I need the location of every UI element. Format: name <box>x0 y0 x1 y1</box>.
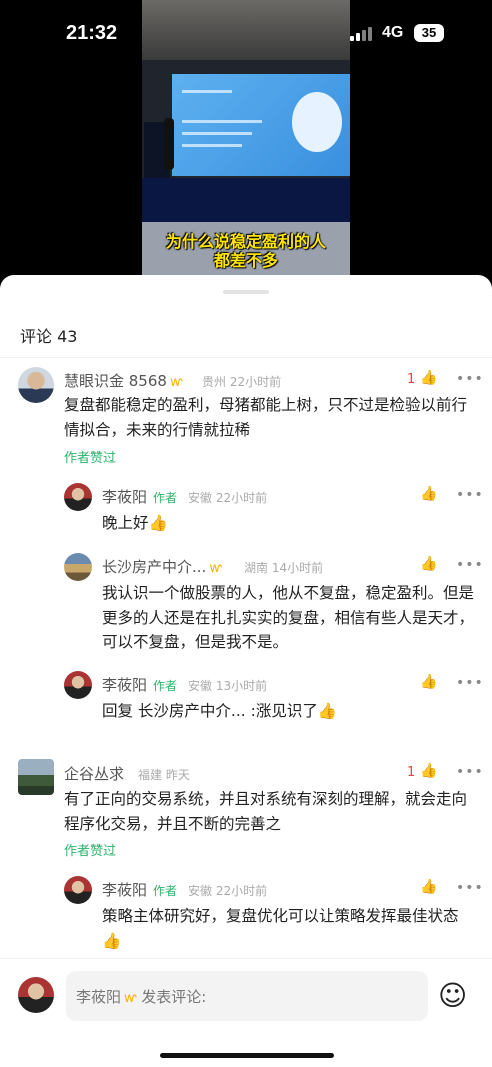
caption-line-2: 都差不多 <box>213 251 278 270</box>
author-tag: 作者 <box>153 491 178 505</box>
reply-meta: 安徽 22小时前 <box>188 884 268 898</box>
like-count: 1 <box>407 372 416 387</box>
crown-badge-icon: ⱳ <box>209 561 222 576</box>
commenter-name[interactable]: 慧眼识金 8568 ⱳ <box>64 370 182 391</box>
speaker-figure <box>164 118 174 170</box>
avatar[interactable] <box>64 876 92 904</box>
current-user-name: 李莜阳 <box>76 988 122 1006</box>
battery-icon: 35 <box>414 24 444 42</box>
cellular-signal-icon <box>350 27 374 41</box>
like-count: 1 <box>407 765 416 780</box>
avatar[interactable] <box>64 553 92 581</box>
status-time: 21:32 <box>66 22 118 44</box>
network-type: 4G <box>382 24 404 41</box>
reply-text: 我认识一个做股票的人，他从不复盘，稳定盈利。但是更多的人还是在扎扎实实的复盘，相… <box>102 584 475 651</box>
more-icon[interactable]: ••• <box>456 764 484 780</box>
reply-text: 策略主体研究好，复盘优化可以让策略发挥最佳状态👍 <box>102 907 459 950</box>
thumbs-up-emoji-icon: 👍 <box>317 702 338 720</box>
thumb-up-icon[interactable]: 👍 <box>420 486 437 502</box>
replier-name[interactable]: 李莜阳 作者 <box>102 486 177 507</box>
thumbs-up-emoji-icon: 👍 <box>148 514 168 532</box>
more-icon[interactable]: ••• <box>456 487 484 503</box>
input-placeholder: 发表评论: <box>141 988 207 1006</box>
video-caption: 为什么说稳定盈利的人 都差不多 <box>142 232 350 270</box>
reply-meta: 安徽 22小时前 <box>188 491 268 505</box>
replier-name[interactable]: 长沙房产中介... ⱳ <box>102 556 222 577</box>
more-icon[interactable]: ••• <box>456 371 484 387</box>
more-icon[interactable]: ••• <box>456 557 484 573</box>
thumb-up-icon[interactable]: 👍 <box>420 763 437 779</box>
avatar[interactable] <box>18 977 54 1013</box>
comment-meta: 福建 昨天 <box>138 768 190 782</box>
crown-badge-icon: ⱳ <box>169 375 183 390</box>
author-tag: 作者 <box>153 884 178 898</box>
reply-meta: 安徽 13小时前 <box>188 679 268 693</box>
home-indicator[interactable] <box>160 1053 334 1058</box>
replier-name[interactable]: 李莜阳 作者 <box>102 674 177 695</box>
thumb-up-icon[interactable]: 👍 <box>420 879 437 895</box>
reply-text: 晚上好👍 <box>102 514 168 532</box>
caption-line-1: 为什么说稳定盈利的人 <box>165 232 326 251</box>
author-tag: 作者 <box>153 679 178 693</box>
reply-text: 回复 长沙房产中介... :涨见识了👍 <box>102 702 338 720</box>
comments-sheet: 评论 43 慧眼识金 8568 ⱳ 贵州 22小时前 1 👍 ••• 复盘都能稳定… <box>0 275 492 1066</box>
more-icon[interactable]: ••• <box>456 675 484 691</box>
author-liked-label: 作者赞过 <box>64 844 117 859</box>
replier-name[interactable]: 李莜阳 作者 <box>102 879 177 900</box>
comment-input-bar: 李莜阳 ⱳ 发表评论: ☺ <box>0 958 492 1067</box>
author-liked-label: 作者赞过 <box>64 451 117 466</box>
avatar[interactable] <box>18 759 54 795</box>
thumb-up-icon[interactable]: 👍 <box>420 370 437 386</box>
comment-text: 复盘都能稳定的盈利，母猪都能上树，只不过是检验以前行情拟合，未来的行情就拉稀 <box>64 396 468 439</box>
crown-badge-icon: ⱳ <box>124 991 137 1006</box>
avatar[interactable] <box>64 483 92 511</box>
comment-meta: 贵州 22小时前 <box>202 375 282 389</box>
thumbs-up-emoji-icon: 👍 <box>102 931 122 950</box>
drag-handle[interactable] <box>223 290 269 294</box>
reply-meta: 湖南 14小时前 <box>244 561 324 575</box>
more-icon[interactable]: ••• <box>456 880 484 896</box>
smile-emoji-icon[interactable]: ☺ <box>438 979 467 1012</box>
comment-text: 有了正向的交易系统，并且对系统有深刻的理解，就会走向程序化交易，并且不断的完善之 <box>64 790 468 833</box>
commenter-name[interactable]: 企谷丛求 <box>64 763 124 784</box>
avatar[interactable] <box>18 367 54 403</box>
projection-screen <box>172 74 350 176</box>
comments-count: 评论 43 <box>20 327 78 346</box>
thumb-up-icon[interactable]: 👍 <box>420 556 437 572</box>
thumb-up-icon[interactable]: 👍 <box>420 674 437 690</box>
divider <box>0 357 492 358</box>
comment-input[interactable]: 李莜阳 ⱳ 发表评论: <box>66 971 428 1021</box>
status-bar: 21:32 4G 35 <box>0 0 492 60</box>
stage <box>142 178 350 222</box>
avatar[interactable] <box>64 671 92 699</box>
